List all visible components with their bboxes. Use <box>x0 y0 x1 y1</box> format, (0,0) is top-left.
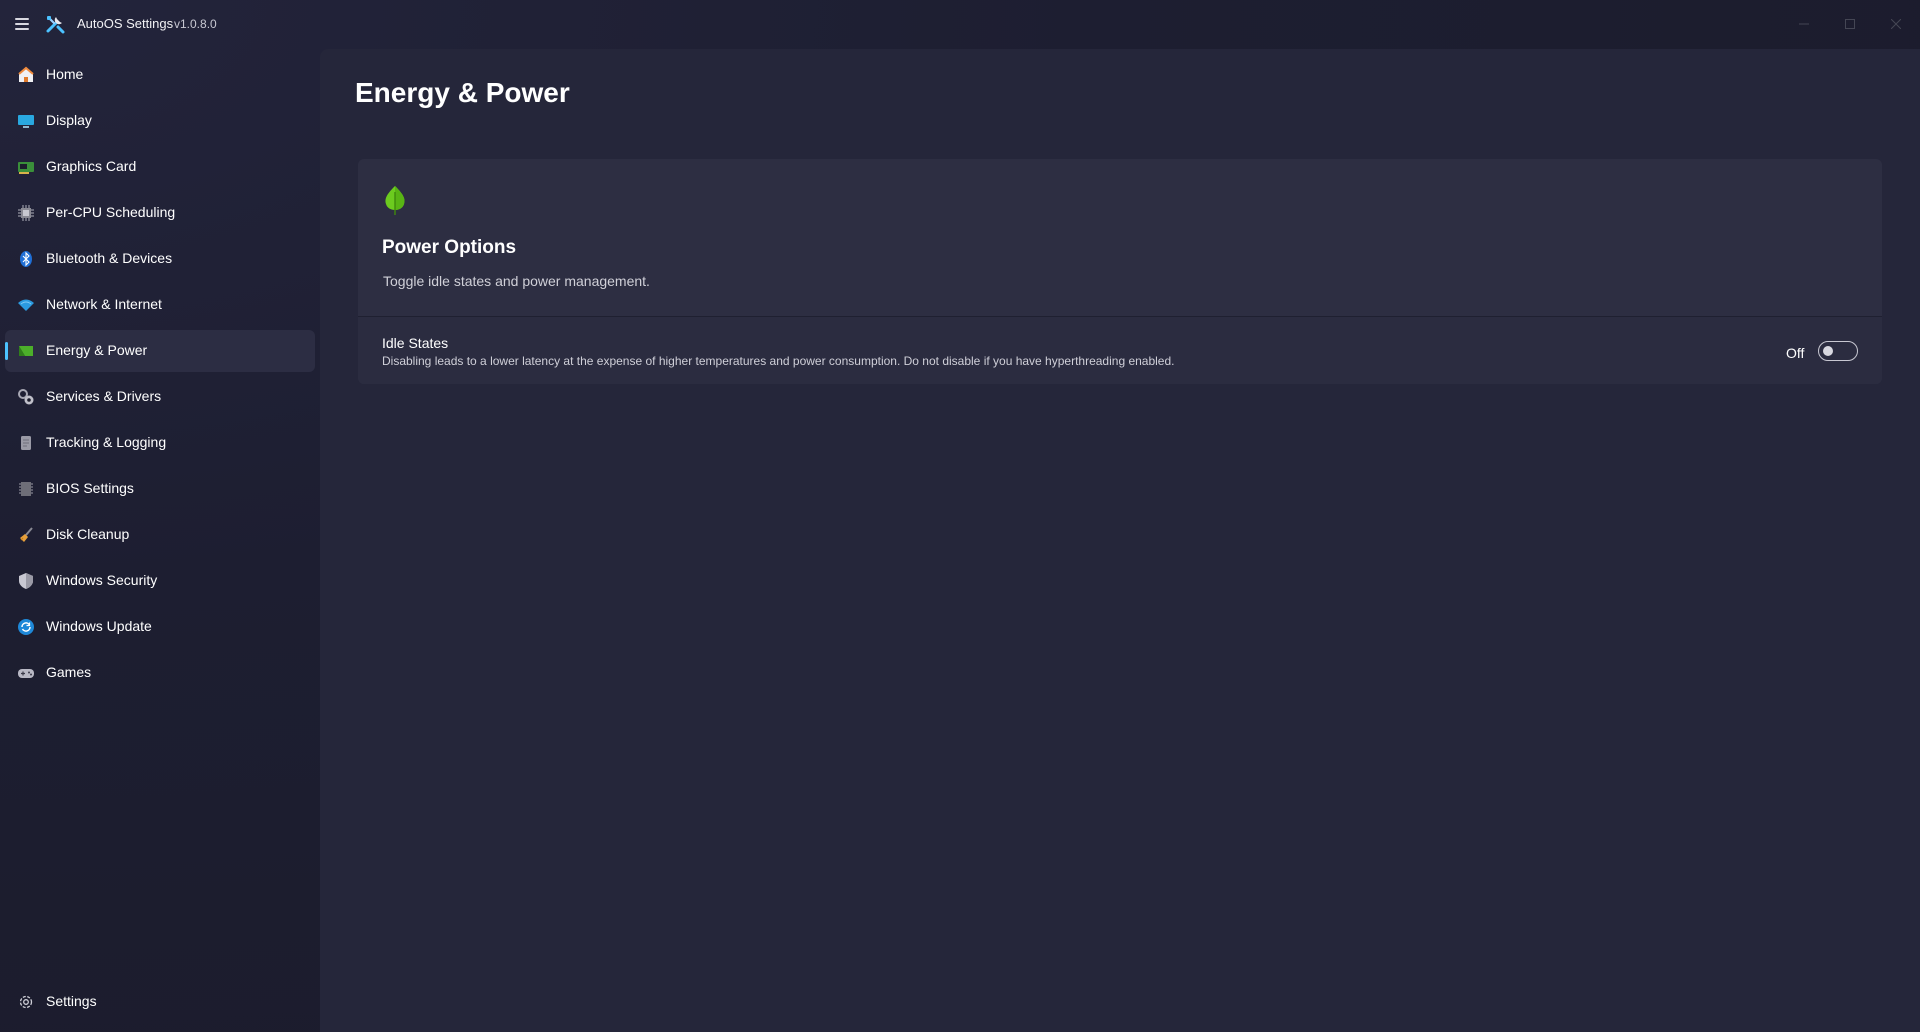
home-icon <box>18 66 34 82</box>
sidebar-item-display[interactable]: Display <box>5 100 315 142</box>
sidebar-item-label: BIOS Settings <box>46 480 134 496</box>
power-options-header: Power Options Toggle idle states and pow… <box>358 159 1882 316</box>
sidebar-item-graphics-card[interactable]: Graphics Card <box>5 146 315 188</box>
maximize-button[interactable] <box>1828 0 1874 48</box>
sidebar-item-network-internet[interactable]: Network & Internet <box>5 284 315 326</box>
sidebar-item-label: Graphics Card <box>46 158 137 174</box>
gears-icon <box>18 389 34 405</box>
shield-icon <box>19 573 33 589</box>
sidebar-item-windows-security[interactable]: Windows Security <box>5 560 315 602</box>
leaf-icon <box>385 186 405 215</box>
window-controls <box>1782 0 1920 48</box>
title-bar: AutoOS Settings v1.0.8.0 <box>0 0 1920 48</box>
power-options-card: Power Options Toggle idle states and pow… <box>358 159 1882 384</box>
sidebar-item-settings[interactable]: Settings <box>5 981 315 1023</box>
idle-states-setting: Idle States Disabling leads to a lower l… <box>358 317 1882 384</box>
maximize-icon <box>1845 19 1855 29</box>
setting-description: Disabling leads to a lower latency at th… <box>382 354 1175 368</box>
app-title: AutoOS Settings <box>77 16 174 31</box>
sidebar-item-label: Disk Cleanup <box>46 526 130 542</box>
sidebar: Home Display Graphics Card Per-CPU Sched… <box>0 50 320 1032</box>
sidebar-item-label: Per-CPU Scheduling <box>46 204 176 220</box>
gamepad-icon <box>18 669 34 678</box>
sidebar-item-windows-update[interactable]: Windows Update <box>5 606 315 648</box>
sidebar-item-label: Services & Drivers <box>46 388 162 404</box>
page-title: Energy & Power <box>355 77 570 108</box>
toggle-state-label: Off <box>1786 345 1805 361</box>
sidebar-item-label: Network & Internet <box>46 296 162 312</box>
sidebar-item-label: Games <box>46 664 92 680</box>
card-description: Toggle idle states and power management. <box>383 273 650 289</box>
minimize-button[interactable] <box>1782 0 1828 48</box>
app-logo-icon <box>46 16 65 34</box>
sidebar-item-services-drivers[interactable]: Services & Drivers <box>5 376 315 418</box>
sidebar-item-label: Tracking & Logging <box>46 434 167 450</box>
sidebar-item-label: Energy & Power <box>46 342 148 358</box>
sidebar-item-label: Display <box>46 112 92 128</box>
sidebar-item-label: Home <box>46 66 84 82</box>
wifi-icon <box>18 299 34 311</box>
sidebar-item-disk-cleanup[interactable]: Disk Cleanup <box>5 514 315 556</box>
gear-icon <box>19 995 33 1009</box>
idle-states-toggle[interactable] <box>1818 341 1858 361</box>
bios-chip-icon <box>19 482 33 496</box>
minimize-icon <box>1799 23 1809 25</box>
close-icon <box>1891 19 1901 29</box>
hamburger-menu-button[interactable] <box>10 12 34 36</box>
battery-icon <box>19 346 33 356</box>
sidebar-item-bluetooth-devices[interactable]: Bluetooth & Devices <box>5 238 315 280</box>
update-icon <box>18 619 34 635</box>
sidebar-item-energy-power[interactable]: Energy & Power <box>5 330 315 372</box>
sidebar-item-label: Bluetooth & Devices <box>46 250 173 266</box>
app-window: AutoOS Settings v1.0.8.0 Home Display Gr… <box>0 0 1920 1032</box>
toggle-knob <box>1823 346 1833 356</box>
sidebar-item-tracking-logging[interactable]: Tracking & Logging <box>5 422 315 464</box>
main-content: Energy & Power Power Options Toggle idle… <box>320 49 1920 1032</box>
app-version: v1.0.8.0 <box>174 17 217 31</box>
card-title: Power Options <box>382 237 517 258</box>
sidebar-item-bios-settings[interactable]: BIOS Settings <box>5 468 315 510</box>
bluetooth-icon <box>20 251 32 267</box>
graphics-card-icon <box>18 162 34 174</box>
sidebar-item-label: Windows Update <box>46 618 152 634</box>
sidebar-item-label: Settings <box>46 993 97 1009</box>
sidebar-item-label: Windows Security <box>46 572 158 588</box>
setting-title: Idle States <box>382 335 449 351</box>
sidebar-item-per-cpu-scheduling[interactable]: Per-CPU Scheduling <box>5 192 315 234</box>
document-icon <box>21 436 31 450</box>
sidebar-item-games[interactable]: Games <box>5 652 315 694</box>
broom-icon <box>20 527 33 542</box>
monitor-icon <box>18 115 34 128</box>
sidebar-item-home[interactable]: Home <box>5 54 315 96</box>
cpu-chip-icon <box>18 205 34 221</box>
close-button[interactable] <box>1874 0 1920 48</box>
